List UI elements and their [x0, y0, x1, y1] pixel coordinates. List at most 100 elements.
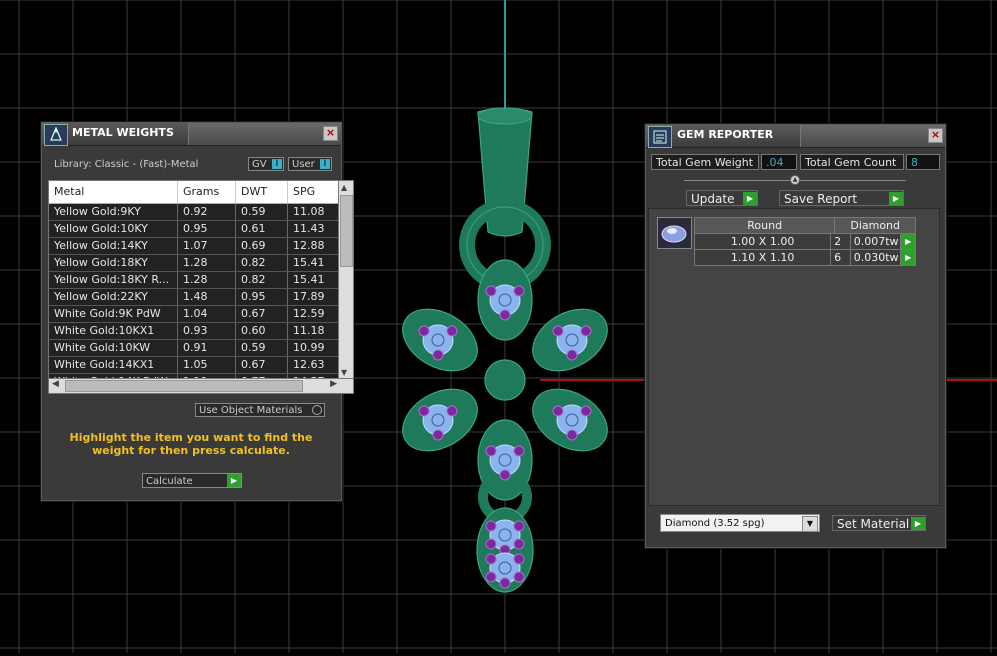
- spg-cell: 11.18: [288, 323, 339, 339]
- prong: [513, 285, 525, 297]
- table-row[interactable]: White Gold:9K PdW 1.04 0.67 12.59: [49, 306, 339, 323]
- gv-toggle[interactable]: GV I: [248, 157, 284, 171]
- metal-table-vscrollbar[interactable]: ▲ ▼: [338, 180, 354, 380]
- prong: [446, 325, 458, 337]
- dwt-cell: 0.59: [236, 204, 288, 220]
- metal-name-cell: Yellow Gold:18KY: [49, 255, 178, 271]
- scroll-down-icon[interactable]: ▼: [341, 368, 347, 377]
- metal-weights-panel: METAL WEIGHTS × Library: Classic - (Fast…: [41, 122, 354, 501]
- gem-row[interactable]: 1.00 X 1.00 2 0.007tw ▶: [694, 234, 916, 250]
- col-spg[interactable]: SPG: [288, 181, 339, 203]
- col-grams[interactable]: Grams: [178, 181, 236, 203]
- scroll-left-icon[interactable]: ◀: [52, 379, 59, 389]
- grams-cell: 1.07: [178, 238, 236, 254]
- prong: [513, 445, 525, 457]
- spg-cell: 12.63: [288, 357, 339, 373]
- dwt-cell: 0.67: [236, 357, 288, 373]
- table-row[interactable]: White Gold:14KX1 1.05 0.67 12.63: [49, 357, 339, 374]
- set-material-button[interactable]: Set Material ▶: [832, 515, 926, 531]
- prong: [418, 405, 430, 417]
- chevron-down-icon[interactable]: ▼: [802, 516, 818, 532]
- gem-reporter-app-icon: [648, 126, 672, 148]
- metal-name-cell: Yellow Gold:18KY R...: [49, 272, 178, 288]
- grams-cell: 0.95: [178, 221, 236, 237]
- gem-weight-cell: 0.007tw: [851, 234, 902, 249]
- hscroll-thumb[interactable]: [65, 380, 303, 392]
- scroll-right-icon[interactable]: ▶: [330, 379, 337, 389]
- calculate-label: Calculate: [146, 476, 193, 487]
- dwt-cell: 0.67: [236, 306, 288, 322]
- spg-cell: 15.41: [288, 255, 339, 271]
- dwt-cell: 0.61: [236, 221, 288, 237]
- splitter-handle-icon[interactable]: ▲: [790, 175, 800, 185]
- play-arrow-icon: ▶: [889, 192, 903, 205]
- table-row[interactable]: White Gold:10KW 0.91 0.59 10.99: [49, 340, 339, 357]
- metal-table-hscrollbar[interactable]: ◀ ▶: [48, 378, 354, 394]
- pendant-bail-top: [477, 107, 533, 125]
- scroll-thumb[interactable]: [340, 195, 353, 267]
- spg-cell: 17.89: [288, 289, 339, 305]
- gv-label: GV: [252, 159, 267, 170]
- prong: [552, 325, 564, 337]
- gem-type-header: Diamond: [850, 219, 901, 232]
- spg-cell: 11.43: [288, 221, 339, 237]
- gv-indicator-icon: I: [272, 159, 282, 169]
- total-gem-weight-label: Total Gem Weight: [651, 154, 759, 170]
- dwt-cell: 0.60: [236, 323, 288, 339]
- prong: [485, 445, 497, 457]
- spg-cell: 10.99: [288, 340, 339, 356]
- metal-table: Metal Grams DWT SPG Yellow Gold:9KY 0.92 0…: [48, 180, 340, 380]
- metal-weights-titlebar[interactable]: METAL WEIGHTS ×: [42, 123, 341, 146]
- grams-cell: 0.93: [178, 323, 236, 339]
- grams-cell: 1.05: [178, 357, 236, 373]
- material-select[interactable]: Diamond (3.52 spg) ▼: [660, 514, 820, 532]
- metal-name-cell: White Gold:14KX1: [49, 357, 178, 373]
- table-row[interactable]: Yellow Gold:10KY 0.95 0.61 11.43: [49, 221, 339, 238]
- col-metal[interactable]: Metal: [49, 181, 178, 203]
- play-arrow-icon: ▶: [227, 474, 241, 487]
- gem-size-cell: 1.10 X 1.10: [695, 250, 832, 265]
- scroll-up-icon[interactable]: ▲: [341, 183, 347, 192]
- spg-cell: 11.08: [288, 204, 339, 220]
- gem-list-area: Round Diamond 1.00 X 1.00 2 0.007tw ▶ 1.10 X…: [648, 208, 940, 506]
- dwt-cell: 0.82: [236, 272, 288, 288]
- metal-name-cell: Yellow Gold:10KY: [49, 221, 178, 237]
- grams-cell: 1.28: [178, 272, 236, 288]
- spg-cell: 12.59: [288, 306, 339, 322]
- save-report-button[interactable]: Save Report ▶: [779, 190, 904, 206]
- dwt-cell: 0.82: [236, 255, 288, 271]
- prong: [513, 571, 525, 583]
- table-row[interactable]: White Gold:10KX1 0.93 0.60 11.18: [49, 323, 339, 340]
- table-row[interactable]: Yellow Gold:18KY R... 1.28 0.82 15.41: [49, 272, 339, 289]
- prong: [432, 429, 444, 441]
- total-gem-count-value: 8: [906, 154, 940, 170]
- gem-row[interactable]: 1.10 X 1.10 6 0.030tw ▶: [694, 250, 916, 266]
- table-row[interactable]: Yellow Gold:22KY 1.48 0.95 17.89: [49, 289, 339, 306]
- play-arrow-icon[interactable]: ▶: [901, 250, 915, 265]
- gem-reporter-titlebar[interactable]: GEM REPORTER ×: [646, 125, 945, 148]
- prong: [418, 325, 430, 337]
- metal-table-header: Metal Grams DWT SPG: [49, 181, 339, 204]
- prong: [513, 520, 525, 532]
- metal-name-cell: White Gold:10KX1: [49, 323, 178, 339]
- close-icon[interactable]: ×: [928, 128, 943, 143]
- close-icon[interactable]: ×: [323, 126, 338, 141]
- user-toggle[interactable]: User I: [288, 157, 332, 171]
- grams-cell: 1.04: [178, 306, 236, 322]
- gem-size-cell: 1.00 X 1.00: [695, 234, 832, 249]
- use-object-materials-toggle[interactable]: Use Object Materials: [195, 403, 325, 417]
- instruction-message: Highlight the item you want to find the …: [69, 431, 313, 457]
- table-row[interactable]: Yellow Gold:14KY 1.07 0.69 12.88: [49, 238, 339, 255]
- update-button[interactable]: Update ▶: [686, 190, 758, 206]
- prong: [446, 405, 458, 417]
- gem-thumbnail[interactable]: [657, 217, 692, 249]
- calculate-button[interactable]: Calculate ▶: [142, 473, 242, 488]
- table-row[interactable]: Yellow Gold:18KY 1.28 0.82 15.41: [49, 255, 339, 272]
- table-row[interactable]: Yellow Gold:9KY 0.92 0.59 11.08: [49, 204, 339, 221]
- play-arrow-icon[interactable]: ▶: [901, 234, 915, 249]
- gem-weight-cell: 0.030tw: [851, 250, 902, 265]
- col-dwt[interactable]: DWT: [236, 181, 288, 203]
- dwt-cell: 0.69: [236, 238, 288, 254]
- prong: [485, 285, 497, 297]
- prong: [499, 309, 511, 321]
